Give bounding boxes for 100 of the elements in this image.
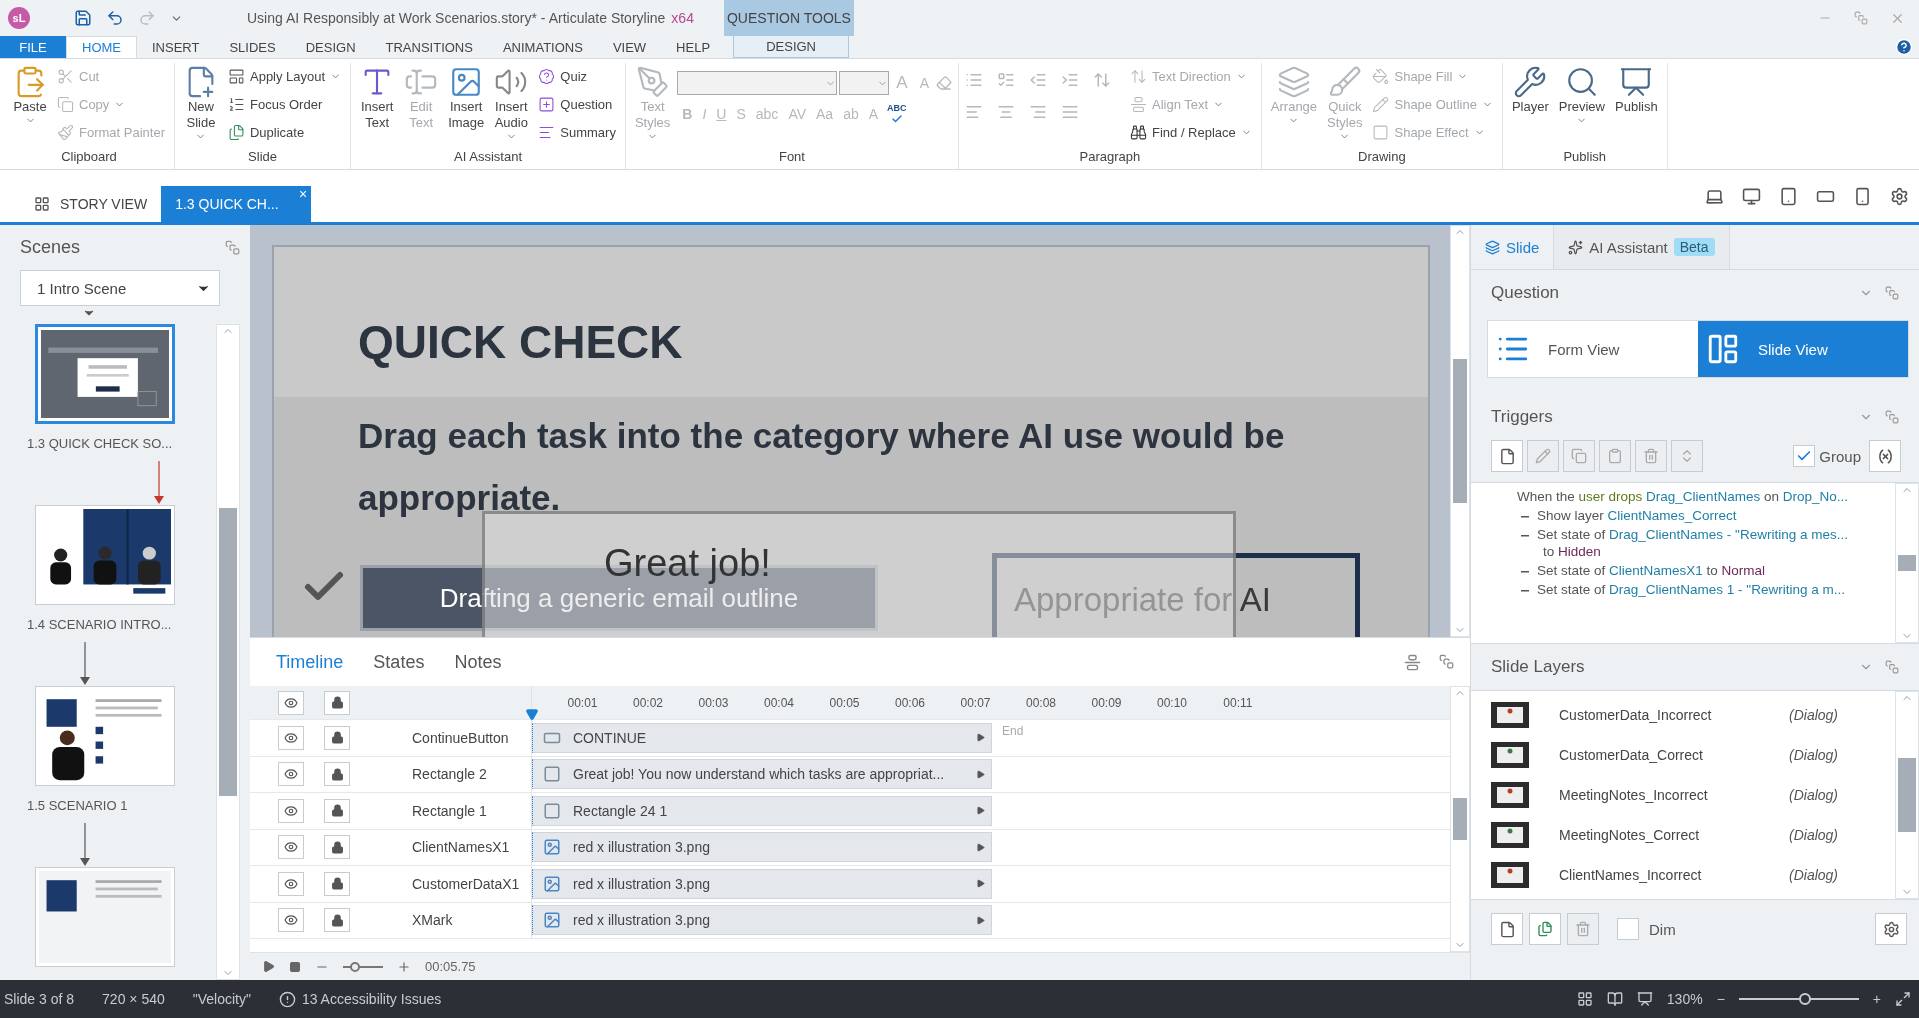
trigger-action[interactable]: Show layer ClientNames_Correct bbox=[1537, 508, 1737, 523]
trigger-action[interactable]: Set state of Drag_ClientNames - "Rewriting a mes... bbox=[1537, 527, 1848, 542]
bullets-icon[interactable] bbox=[965, 71, 983, 89]
lock-icon[interactable] bbox=[324, 690, 350, 715]
font-name-field[interactable] bbox=[677, 71, 838, 95]
expand-arrow-icon[interactable] bbox=[976, 806, 985, 816]
trigger-action[interactable]: Set state of ClientNamesX1 to Normal bbox=[1537, 563, 1766, 578]
panel-tab[interactable]: States bbox=[373, 651, 425, 673]
timeline-bar[interactable]: Great job! You now understand which tasks are appropriat... bbox=[532, 759, 992, 790]
paste-button[interactable] bbox=[1599, 440, 1631, 472]
monitor-icon[interactable] bbox=[1742, 186, 1761, 206]
play-icon[interactable] bbox=[262, 960, 275, 973]
lock-icon[interactable] bbox=[324, 871, 350, 896]
lock-icon[interactable] bbox=[324, 725, 350, 750]
stop-icon[interactable] bbox=[289, 960, 301, 973]
ribbon-button[interactable]: Insert Text bbox=[357, 63, 398, 133]
restore-icon[interactable] bbox=[1854, 10, 1868, 25]
trigger-line[interactable]: When the user drops Drag_ClientNames on Drop_No... bbox=[1517, 489, 1887, 504]
eye-icon[interactable] bbox=[278, 798, 304, 823]
scroll-thumb[interactable] bbox=[1452, 797, 1468, 841]
layer-row[interactable]: MeetingNotes_Incorrect (Dialog) bbox=[1491, 775, 1895, 815]
numbering-icon[interactable] bbox=[997, 71, 1015, 89]
view-button[interactable]: Slide View bbox=[1698, 321, 1908, 377]
zoom-thumb[interactable] bbox=[1798, 993, 1811, 1005]
document-tab[interactable]: 1.3 QUICK CH... × bbox=[161, 186, 312, 222]
expand-arrow-icon[interactable] bbox=[976, 769, 985, 779]
ribbon-tab[interactable]: DESIGN bbox=[733, 36, 850, 58]
lock-icon[interactable] bbox=[324, 798, 350, 823]
accessibility-link[interactable]: 13 Accessibility Issues bbox=[278, 990, 442, 1008]
playhead-marker[interactable] bbox=[525, 707, 539, 721]
scrollbar[interactable] bbox=[1895, 483, 1919, 643]
lock-icon[interactable] bbox=[324, 762, 350, 787]
ribbon-button[interactable]: Preview bbox=[1555, 63, 1608, 128]
undock-icon[interactable] bbox=[1885, 660, 1899, 674]
normal-view-icon[interactable] bbox=[1606, 991, 1623, 1007]
settings-button[interactable] bbox=[1875, 913, 1907, 945]
panel-tab[interactable]: Notes bbox=[454, 651, 502, 673]
expand-arrow-icon[interactable] bbox=[976, 879, 985, 889]
layer-row[interactable]: MeetingNotes_Correct (Dialog) bbox=[1491, 815, 1895, 855]
duplicate-layer-button[interactable] bbox=[1529, 913, 1561, 945]
lock-icon[interactable] bbox=[324, 835, 350, 860]
expand-arrow-icon[interactable] bbox=[976, 842, 985, 852]
layer-row[interactable]: ClientNames_Incorrect (Dialog) bbox=[1491, 855, 1895, 895]
phone-icon[interactable] bbox=[1853, 186, 1872, 206]
layer-row[interactable]: CustomerData_Correct (Dialog) bbox=[1491, 735, 1895, 775]
new-trigger-button[interactable] bbox=[1491, 440, 1523, 472]
scroll-thumb[interactable] bbox=[1898, 757, 1916, 833]
ribbon-button[interactable]: Quiz bbox=[535, 63, 619, 90]
delete-button[interactable] bbox=[1635, 440, 1667, 472]
spelling-button[interactable]: ABC bbox=[883, 103, 911, 125]
ribbon-button[interactable]: Insert Audio bbox=[491, 63, 532, 144]
ribbon-button[interactable]: Player bbox=[1508, 63, 1552, 117]
timeline-bar[interactable]: CONTINUE bbox=[532, 722, 992, 753]
indent-icon[interactable] bbox=[1061, 71, 1079, 89]
panel-tab[interactable]: Timeline bbox=[276, 651, 344, 673]
timeline-bar[interactable]: red x illustration 3.png bbox=[532, 905, 992, 936]
scrollbar[interactable] bbox=[216, 324, 240, 980]
scrollbar[interactable] bbox=[1450, 225, 1470, 637]
align-center-icon[interactable] bbox=[997, 103, 1015, 121]
ribbon-tab[interactable]: FILE bbox=[0, 36, 66, 58]
scroll-thumb[interactable] bbox=[219, 508, 237, 796]
ribbon-tab[interactable]: SLIDES bbox=[214, 36, 291, 58]
eraser-icon[interactable] bbox=[936, 75, 952, 91]
group-checkbox[interactable] bbox=[1793, 445, 1816, 467]
ribbon-button[interactable]: New Slide bbox=[181, 63, 221, 144]
fit-icon[interactable] bbox=[1895, 991, 1911, 1007]
dim-checkbox[interactable] bbox=[1617, 918, 1639, 940]
new-layer-button[interactable] bbox=[1491, 913, 1523, 945]
eye-icon[interactable] bbox=[278, 725, 304, 750]
ribbon-button[interactable]: Find / Replace bbox=[1127, 119, 1255, 146]
font-size-field[interactable] bbox=[839, 71, 890, 95]
ribbon-tab[interactable]: ANIMATIONS bbox=[487, 36, 598, 58]
help-icon[interactable] bbox=[1895, 38, 1913, 56]
tablet-icon[interactable] bbox=[1779, 186, 1798, 206]
timeline-bar[interactable]: red x illustration 3.png bbox=[532, 868, 992, 899]
scrollbar[interactable] bbox=[1450, 686, 1470, 952]
eye-icon[interactable] bbox=[278, 762, 304, 787]
save-icon[interactable] bbox=[74, 9, 92, 27]
ribbon-button[interactable]: Focus Order bbox=[225, 91, 345, 118]
variables-button[interactable] bbox=[1869, 440, 1901, 472]
side-tab[interactable]: AI Assistant Beta bbox=[1554, 225, 1730, 269]
ribbon-button[interactable]: Insert Image bbox=[445, 63, 488, 133]
presentation-icon[interactable] bbox=[1636, 991, 1653, 1007]
line-spacing-icon[interactable] bbox=[1093, 71, 1111, 89]
eye-icon[interactable] bbox=[278, 690, 304, 715]
ribbon-button[interactable]: Summary bbox=[535, 119, 619, 146]
scene-dropdown[interactable]: 1 Intro Scene bbox=[20, 270, 220, 306]
grid-icon[interactable] bbox=[1576, 991, 1593, 1007]
expand-arrow-icon[interactable] bbox=[976, 915, 985, 925]
trigger-action[interactable]: to Hidden bbox=[1537, 544, 1848, 559]
justify-icon[interactable] bbox=[1061, 103, 1079, 121]
undo-icon[interactable] bbox=[106, 9, 124, 27]
zoom-out-button[interactable]: − bbox=[1716, 991, 1725, 1007]
slide-thumbnail[interactable] bbox=[35, 324, 175, 424]
scroll-thumb[interactable] bbox=[1452, 359, 1468, 503]
expand-arrow-icon[interactable] bbox=[976, 733, 985, 743]
undock-icon[interactable] bbox=[1885, 286, 1899, 300]
trigger-action[interactable]: Set state of Drag_ClientNames 1 - "Rewriting a m... bbox=[1537, 582, 1845, 597]
ribbon-tab[interactable]: TRANSITIONS bbox=[370, 36, 488, 58]
slider-thumb[interactable] bbox=[350, 961, 360, 972]
